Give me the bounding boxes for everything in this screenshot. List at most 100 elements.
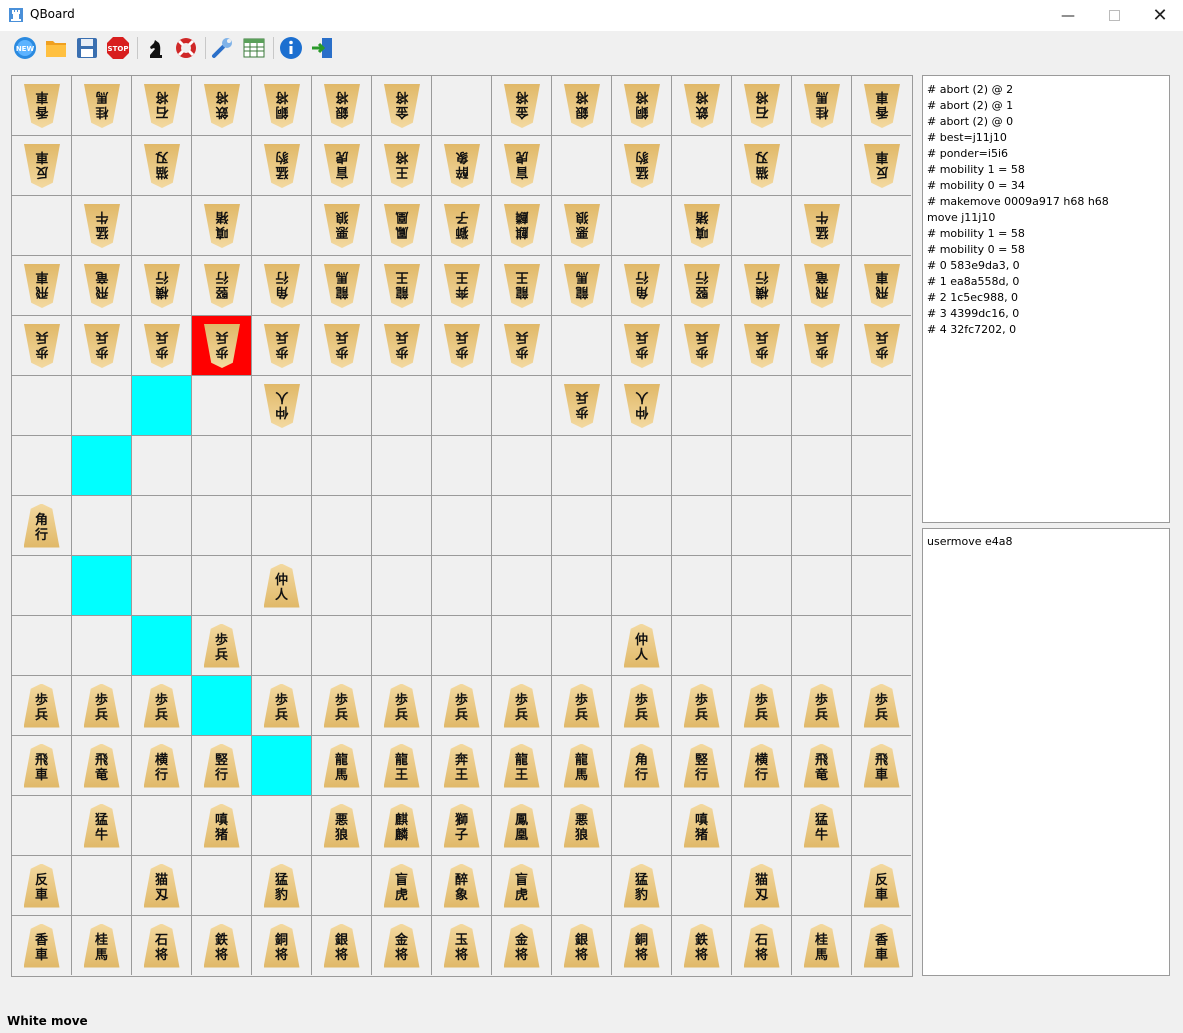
board-square[interactable]: 仲人: [612, 376, 672, 436]
shogi-piece[interactable]: 飛竜: [83, 743, 120, 788]
board-square[interactable]: 仲人: [612, 616, 672, 676]
board-square[interactable]: [192, 556, 252, 616]
shogi-piece[interactable]: 横行: [144, 264, 180, 308]
board-square[interactable]: 歩兵: [72, 316, 132, 376]
shogi-piece[interactable]: 奔王: [443, 743, 480, 788]
shogi-piece[interactable]: 銀将: [323, 923, 360, 968]
board-square[interactable]: [732, 556, 792, 616]
board-square[interactable]: [612, 796, 672, 856]
board-square[interactable]: 歩兵: [612, 316, 672, 376]
shogi-piece[interactable]: 飛車: [864, 264, 900, 308]
board-square[interactable]: [552, 436, 612, 496]
board-square[interactable]: 横行: [732, 256, 792, 316]
shogi-piece[interactable]: 角行: [623, 743, 660, 788]
board-square[interactable]: 歩兵: [312, 316, 372, 376]
board-square[interactable]: 銀将: [312, 76, 372, 136]
settings-button[interactable]: [210, 35, 236, 61]
shogi-piece[interactable]: 嗔猪: [683, 803, 720, 848]
open-button[interactable]: [43, 35, 69, 61]
shogi-piece[interactable]: 玉将: [443, 923, 480, 968]
board-square[interactable]: 金将: [492, 76, 552, 136]
board-square[interactable]: [252, 736, 312, 796]
shogi-piece[interactable]: 鉄将: [204, 84, 240, 128]
board-square[interactable]: 麒麟: [492, 196, 552, 256]
board-square[interactable]: 歩兵: [672, 316, 732, 376]
shogi-piece[interactable]: 竪行: [683, 743, 720, 788]
shogi-piece[interactable]: 猛豹: [623, 863, 660, 908]
board-square[interactable]: 歩兵: [552, 376, 612, 436]
board-square[interactable]: 香車: [852, 76, 911, 136]
board-square[interactable]: 飛竜: [72, 736, 132, 796]
shogi-piece[interactable]: 鉄将: [683, 923, 720, 968]
shogi-piece[interactable]: 悪狼: [324, 204, 360, 248]
board-square[interactable]: 飛車: [12, 736, 72, 796]
shogi-piece[interactable]: 金将: [503, 923, 540, 968]
shogi-piece[interactable]: 仲人: [263, 563, 300, 608]
board-square[interactable]: 歩兵: [192, 616, 252, 676]
board-square[interactable]: [252, 796, 312, 856]
shogi-piece[interactable]: 仲人: [264, 384, 300, 428]
engine-button[interactable]: [142, 35, 168, 61]
board-square[interactable]: [312, 856, 372, 916]
shogi-piece[interactable]: 歩兵: [84, 324, 120, 368]
board-square[interactable]: [372, 496, 432, 556]
board-square[interactable]: [672, 856, 732, 916]
minimize-button[interactable]: —: [1045, 0, 1091, 31]
shogi-piece[interactable]: 嗔猪: [203, 803, 240, 848]
board-square[interactable]: 嗔猪: [672, 196, 732, 256]
board-square[interactable]: [672, 556, 732, 616]
shogi-piece[interactable]: 嗔猪: [204, 204, 240, 248]
shogi-piece[interactable]: 獅子: [443, 803, 480, 848]
board-square[interactable]: 仲人: [252, 556, 312, 616]
shogi-piece[interactable]: 龍王: [384, 264, 420, 308]
shogi-piece[interactable]: 嗔猪: [684, 204, 720, 248]
shogi-piece[interactable]: 金将: [384, 84, 420, 128]
shogi-piece[interactable]: 竪行: [203, 743, 240, 788]
board-square[interactable]: [552, 556, 612, 616]
shogi-piece[interactable]: 歩兵: [204, 324, 240, 368]
shogi-piece[interactable]: 歩兵: [264, 324, 300, 368]
board-square[interactable]: 龍王: [492, 736, 552, 796]
board-square[interactable]: 歩兵: [132, 676, 192, 736]
shogi-piece[interactable]: 金将: [383, 923, 420, 968]
shogi-piece[interactable]: 竪行: [204, 264, 240, 308]
board-square[interactable]: [12, 796, 72, 856]
board-square[interactable]: 龍馬: [552, 256, 612, 316]
shogi-piece[interactable]: 醉象: [444, 144, 480, 188]
shogi-piece[interactable]: 歩兵: [144, 324, 180, 368]
board-square[interactable]: [792, 556, 852, 616]
board-square[interactable]: [612, 196, 672, 256]
board-square[interactable]: [132, 376, 192, 436]
board-square[interactable]: [12, 196, 72, 256]
shogi-piece[interactable]: 石将: [744, 84, 780, 128]
board-square[interactable]: [672, 496, 732, 556]
board-square[interactable]: 龍馬: [312, 736, 372, 796]
board-square[interactable]: 猛牛: [72, 196, 132, 256]
board-square[interactable]: [852, 796, 911, 856]
board-square[interactable]: [492, 496, 552, 556]
shogi-piece[interactable]: 盲虎: [383, 863, 420, 908]
board-square[interactable]: [372, 376, 432, 436]
board-square[interactable]: 反車: [852, 136, 911, 196]
board-square[interactable]: [432, 436, 492, 496]
board-square[interactable]: [732, 616, 792, 676]
command-input-panel[interactable]: usermove e4a8: [922, 528, 1170, 976]
shogi-piece[interactable]: 反車: [23, 863, 60, 908]
board-square[interactable]: 鉄将: [672, 76, 732, 136]
board-square[interactable]: 竪行: [192, 736, 252, 796]
board-square[interactable]: 香車: [12, 916, 72, 975]
board-square[interactable]: [792, 856, 852, 916]
board-square[interactable]: 嗔猪: [192, 196, 252, 256]
shogi-piece[interactable]: 香車: [863, 923, 900, 968]
shogi-piece[interactable]: 鳳凰: [503, 803, 540, 848]
shogi-piece[interactable]: 麒麟: [383, 803, 420, 848]
board-square[interactable]: 盲虎: [312, 136, 372, 196]
board-square[interactable]: [192, 856, 252, 916]
board-square[interactable]: 歩兵: [852, 316, 911, 376]
board-square[interactable]: [132, 436, 192, 496]
board-square[interactable]: [132, 496, 192, 556]
board-square[interactable]: [852, 496, 911, 556]
board-square[interactable]: 猛豹: [252, 136, 312, 196]
board-square[interactable]: 石将: [732, 916, 792, 975]
board-square[interactable]: 竪行: [672, 736, 732, 796]
